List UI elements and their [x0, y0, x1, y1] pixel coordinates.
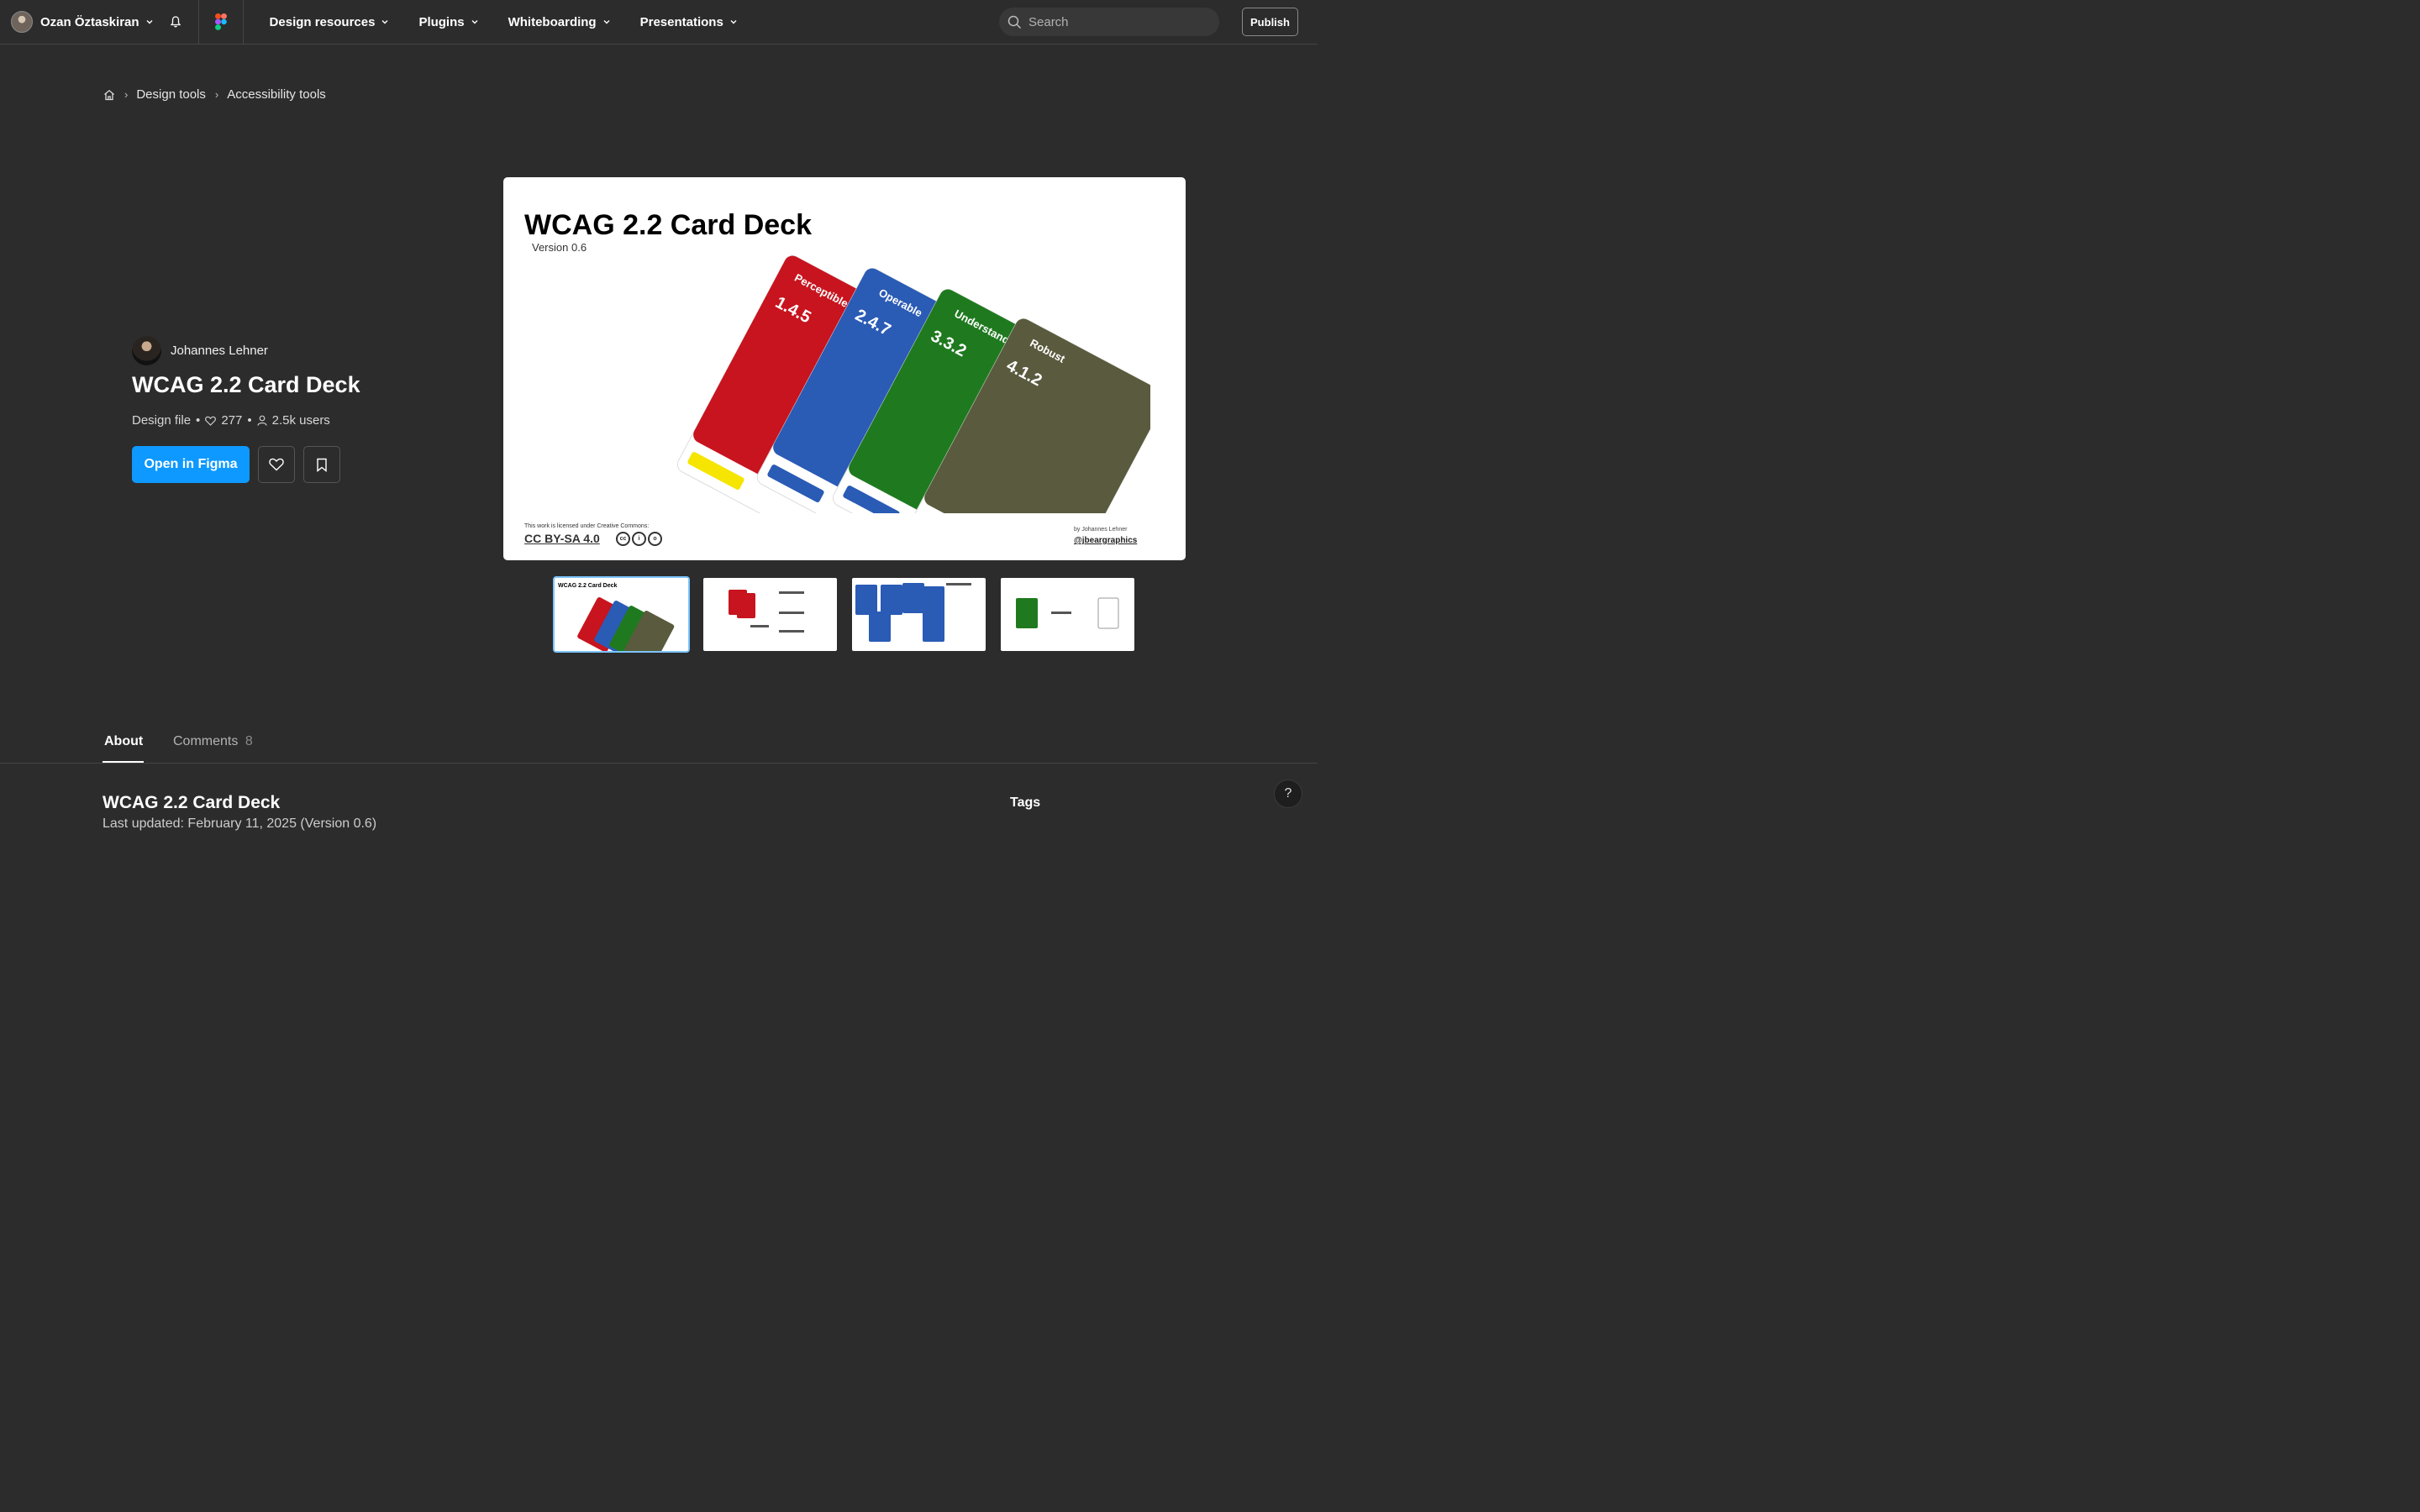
thumbnail-image [855, 583, 971, 642]
tab-bar: About Comments 8 [0, 722, 1318, 764]
author[interactable]: Johannes Lehner [132, 336, 268, 365]
nav-whiteboarding[interactable]: Whiteboarding [508, 15, 611, 29]
nav-divider [242, 0, 244, 45]
bookmark-icon [317, 458, 327, 472]
license-note: This work is licensed under Creative Com… [524, 523, 650, 529]
chevron-down-icon[interactable] [381, 18, 389, 26]
file-type: Design file [132, 413, 192, 428]
cc-by-icon: i [632, 532, 646, 546]
home-icon[interactable] [103, 89, 115, 101]
thumbnail-strip: WCAG 2.2 Card Deck [553, 576, 1148, 653]
search-box[interactable] [999, 8, 1219, 36]
thumbnail-3[interactable] [850, 576, 987, 653]
user-menu[interactable]: Ozan Öztaskiran [0, 0, 154, 45]
cc-sa-icon: o [648, 532, 662, 546]
chevron-down-icon[interactable] [471, 18, 479, 26]
preview-byline: by Johannes Lehner [1074, 527, 1128, 533]
search-input[interactable] [1028, 14, 1197, 29]
chevron-down-icon[interactable] [145, 18, 154, 26]
meta-separator: • [196, 413, 201, 428]
file-actions: Open in Figma [132, 446, 340, 483]
preview-image[interactable]: WCAG 2.2 Card Deck Version 0.6 Perceptib… [503, 177, 1186, 560]
tab-comments[interactable]: Comments 8 [173, 734, 253, 749]
chevron-down-icon[interactable] [602, 18, 611, 26]
user-count: 2.5k users [271, 413, 330, 428]
preview-handle: @jbeargraphics [1074, 536, 1138, 545]
bell-icon[interactable] [169, 15, 182, 29]
user-avatar[interactable] [11, 11, 33, 33]
save-button[interactable] [303, 446, 340, 483]
last-updated: Last updated: February 11, 2025 (Version… [103, 816, 377, 831]
heart-icon [269, 458, 284, 471]
user-name[interactable]: Ozan Öztaskiran [40, 15, 139, 29]
breadcrumb-design-tools[interactable]: Design tools [136, 87, 206, 102]
heart-icon [205, 416, 217, 426]
license-link: CC BY-SA 4.0 [524, 532, 600, 545]
search-icon [1007, 15, 1022, 29]
nav-plugins[interactable]: Plugins [418, 15, 478, 29]
cc-icon: cc [616, 532, 630, 546]
thumbnail-4[interactable] [999, 576, 1136, 653]
breadcrumb: › Design tools › Accessibility tools [103, 87, 326, 102]
top-nav: Ozan Öztaskiran Design resources Plugins… [0, 0, 1318, 45]
thumbnail-image [1016, 597, 1119, 629]
creative-commons-icons: cc i o [616, 532, 664, 546]
author-name[interactable]: Johannes Lehner [171, 344, 268, 358]
like-button[interactable] [258, 446, 295, 483]
thumbnail-cards-image [577, 597, 675, 651]
preview-version: Version 0.6 [532, 241, 587, 254]
card-deck-illustration: Perceptible 1.4.5 Operable 2.4.7 Underst… [676, 255, 1150, 513]
publish-button[interactable]: Publish [1242, 8, 1298, 36]
nav-presentations[interactable]: Presentations [640, 15, 738, 29]
about-title: WCAG 2.2 Card Deck [103, 793, 281, 812]
tab-about[interactable]: About [104, 734, 143, 749]
figma-logo-icon[interactable] [199, 0, 243, 45]
page-title: WCAG 2.2 Card Deck [132, 372, 360, 397]
help-button[interactable]: ? [1274, 780, 1302, 808]
author-avatar[interactable] [132, 336, 161, 365]
tab-comments-label[interactable]: Comments [173, 734, 238, 748]
breadcrumb-accessibility-tools[interactable]: Accessibility tools [227, 87, 326, 102]
thumbnail-image [729, 590, 804, 633]
nav-links: Design resources Plugins Whiteboarding P… [270, 15, 767, 29]
chevron-right-icon: › [214, 88, 219, 101]
open-in-figma-button[interactable]: Open in Figma [132, 446, 250, 483]
preview-title: WCAG 2.2 Card Deck [524, 209, 812, 241]
tags-heading: Tags [1010, 795, 1041, 810]
chevron-right-icon: › [124, 88, 129, 101]
thumbnail-2[interactable] [702, 576, 839, 653]
chevron-down-icon[interactable] [729, 18, 738, 26]
nav-design-resources[interactable]: Design resources [270, 15, 390, 29]
like-count: 277 [221, 413, 243, 428]
comments-count: 8 [245, 734, 253, 748]
thumbnail-1[interactable]: WCAG 2.2 Card Deck [553, 576, 690, 653]
meta-separator: • [247, 413, 252, 428]
file-meta: Design file • 277 • 2.5k users [132, 413, 330, 428]
user-icon [257, 415, 267, 426]
tab-active-indicator [103, 761, 144, 763]
